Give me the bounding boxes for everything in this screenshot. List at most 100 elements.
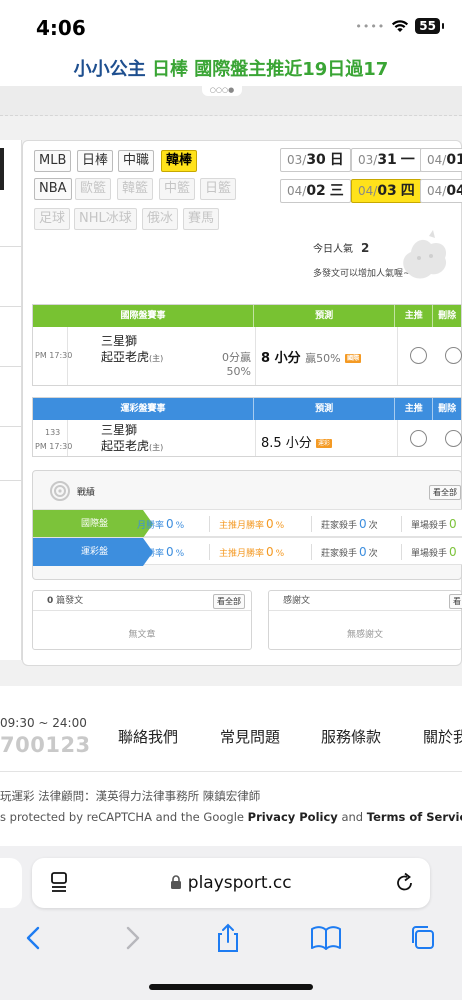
record-title: 戰績 bbox=[77, 488, 96, 498]
divider bbox=[311, 516, 312, 532]
col-main-pick: 主推 bbox=[395, 305, 434, 327]
wifi-icon bbox=[392, 20, 409, 32]
terms-of-service-link[interactable]: Terms of Service bbox=[367, 810, 462, 824]
stat-unit: % bbox=[275, 549, 285, 559]
divider bbox=[401, 516, 402, 532]
divider bbox=[0, 306, 22, 307]
record-section: 戰績 看全部 國際盤 月勝率 0% 主推月勝率 0% 莊家殺手 0 次單場殺手 0 運彩盤 月勝率 0… bbox=[32, 470, 462, 580]
record-tag: 運彩盤 bbox=[33, 538, 153, 566]
target-icon bbox=[50, 481, 70, 501]
bookmarks-icon[interactable] bbox=[308, 922, 344, 954]
record-stat: 單場殺手 0 bbox=[411, 510, 459, 538]
date-weekday: 四 bbox=[400, 183, 415, 199]
footer-link-faq[interactable]: 常見問題 bbox=[220, 726, 280, 747]
sport-tag[interactable]: 日棒 bbox=[77, 150, 114, 172]
url[interactable]: playsport.cc bbox=[32, 873, 430, 893]
handicap: 0分贏 50% bbox=[203, 349, 251, 378]
tabs-icon[interactable] bbox=[406, 922, 442, 954]
sport-tag[interactable]: MLB bbox=[34, 150, 72, 172]
teams: 三星獅 起亞老虎(主) bbox=[101, 422, 163, 456]
headline[interactable]: 小小公主 日棒 國際盤主推近19日過17 bbox=[0, 55, 462, 81]
record-tag: 國際盤 bbox=[33, 510, 153, 538]
thanks-view-all-button[interactable]: 看 bbox=[449, 594, 462, 609]
captcha-notice: s protected by reCAPTCHA and the Google … bbox=[0, 810, 462, 824]
divider bbox=[0, 366, 22, 367]
banner-strip: ○○○● bbox=[0, 86, 462, 116]
divider bbox=[255, 420, 256, 456]
headline-author[interactable]: 小小公主 bbox=[74, 59, 146, 80]
delete-radio[interactable] bbox=[445, 430, 462, 447]
date-day: 31 bbox=[377, 152, 397, 168]
col-prediction: 預測 bbox=[254, 398, 396, 420]
mascot-icon bbox=[403, 230, 447, 279]
col-event: 國際盤賽事 bbox=[33, 305, 254, 327]
side-panel-thumb bbox=[0, 148, 4, 190]
record-row: 國際盤 月勝率 0% 主推月勝率 0% 莊家殺手 0 次單場殺手 0 bbox=[33, 509, 462, 538]
date-button[interactable]: 03/30 日 bbox=[280, 148, 351, 172]
posts-label: 篇發文 bbox=[56, 596, 84, 606]
divider bbox=[67, 420, 68, 456]
stat-unit: 次 bbox=[368, 521, 378, 531]
date-button[interactable]: 04/03 四 bbox=[351, 179, 422, 203]
sport-tag[interactable]: NBA bbox=[34, 178, 72, 200]
footer-link-terms[interactable]: 服務條款 bbox=[321, 726, 381, 747]
intl-table-header: 國際盤賽事 預測 主推 刪除 bbox=[33, 305, 461, 327]
date-button[interactable]: 04/02 三 bbox=[280, 179, 351, 203]
signal-icon: •••• bbox=[355, 19, 386, 33]
main-pick-radio[interactable] bbox=[410, 347, 427, 364]
service-phone[interactable]: 700123 bbox=[0, 733, 91, 757]
stat-unit: 次 bbox=[368, 549, 378, 559]
privacy-policy-link[interactable]: Privacy Policy bbox=[248, 810, 338, 824]
prediction: 8 小分 贏50% 國際 bbox=[261, 347, 362, 366]
address-bar[interactable]: playsport.cc bbox=[32, 858, 430, 908]
stat-unit: % bbox=[275, 521, 285, 531]
footer-link-contact[interactable]: 聯絡我們 bbox=[118, 726, 178, 747]
carousel-pager[interactable]: ○○○● bbox=[202, 86, 242, 96]
date-button[interactable]: 04/01 bbox=[420, 148, 462, 172]
headline-text[interactable]: 日棒 國際盤主推近19日過17 bbox=[152, 59, 388, 80]
share-icon[interactable] bbox=[210, 922, 246, 954]
stat-value: 0 bbox=[266, 545, 274, 559]
date-button[interactable]: 04/04 bbox=[420, 179, 462, 203]
delete-radio[interactable] bbox=[445, 347, 462, 364]
record-stat: 莊家殺手 0 次 bbox=[321, 510, 378, 538]
back-icon[interactable] bbox=[16, 922, 52, 954]
popularity-label: 今日人氣 bbox=[313, 244, 353, 255]
divider bbox=[209, 544, 210, 560]
date-day: 30 bbox=[306, 152, 326, 168]
stat-label: 莊家殺手 bbox=[321, 521, 358, 531]
sport-tag: 歐籃 bbox=[75, 178, 112, 200]
date-month: 03/ bbox=[287, 153, 307, 167]
record-stat: 主推月勝率 0% bbox=[219, 538, 284, 566]
stat-value: 0 bbox=[449, 545, 457, 559]
sport-tag[interactable]: 韓棒 bbox=[161, 150, 198, 172]
stat-label: 主推月勝率 bbox=[219, 549, 265, 559]
divider bbox=[0, 480, 22, 481]
record-stat: 月勝率 0% bbox=[137, 538, 184, 566]
record-view-all-button[interactable]: 看全部 bbox=[429, 485, 461, 500]
col-delete: 刪除 bbox=[438, 311, 457, 321]
previous-tab[interactable] bbox=[0, 858, 22, 908]
date-month: 04/ bbox=[427, 153, 447, 167]
reload-icon[interactable] bbox=[394, 872, 416, 894]
date-button[interactable]: 03/31 一 bbox=[351, 148, 422, 172]
footer-link-about[interactable]: 關於我 bbox=[423, 726, 462, 747]
lock-icon bbox=[171, 875, 182, 889]
posts-view-all-button[interactable]: 看全部 bbox=[213, 594, 245, 609]
thanks-box: 感謝文 看 無感謝文 bbox=[268, 590, 462, 650]
sport-tag: 俄冰 bbox=[142, 208, 179, 230]
teams: 三星獅 起亞老虎(主) bbox=[101, 333, 163, 367]
popularity: 今日人氣 2 bbox=[313, 240, 369, 255]
stat-value: 0 bbox=[166, 517, 174, 531]
record-stat: 主推月勝率 0% bbox=[219, 510, 284, 538]
forward-icon[interactable] bbox=[114, 922, 150, 954]
divider bbox=[397, 327, 398, 385]
sport-tag[interactable]: 中職 bbox=[118, 150, 155, 172]
handicap-pct: 50% bbox=[226, 365, 251, 378]
game-number: 133 bbox=[45, 428, 61, 437]
legal-notice: 玩運彩 法律顧問：漢英得力法律事務所 陳鎮宏律師 bbox=[0, 789, 261, 803]
url-text[interactable]: playsport.cc bbox=[188, 873, 292, 893]
popularity-value: 2 bbox=[361, 241, 370, 255]
main-pick-radio[interactable] bbox=[410, 430, 427, 447]
divider bbox=[0, 426, 22, 427]
